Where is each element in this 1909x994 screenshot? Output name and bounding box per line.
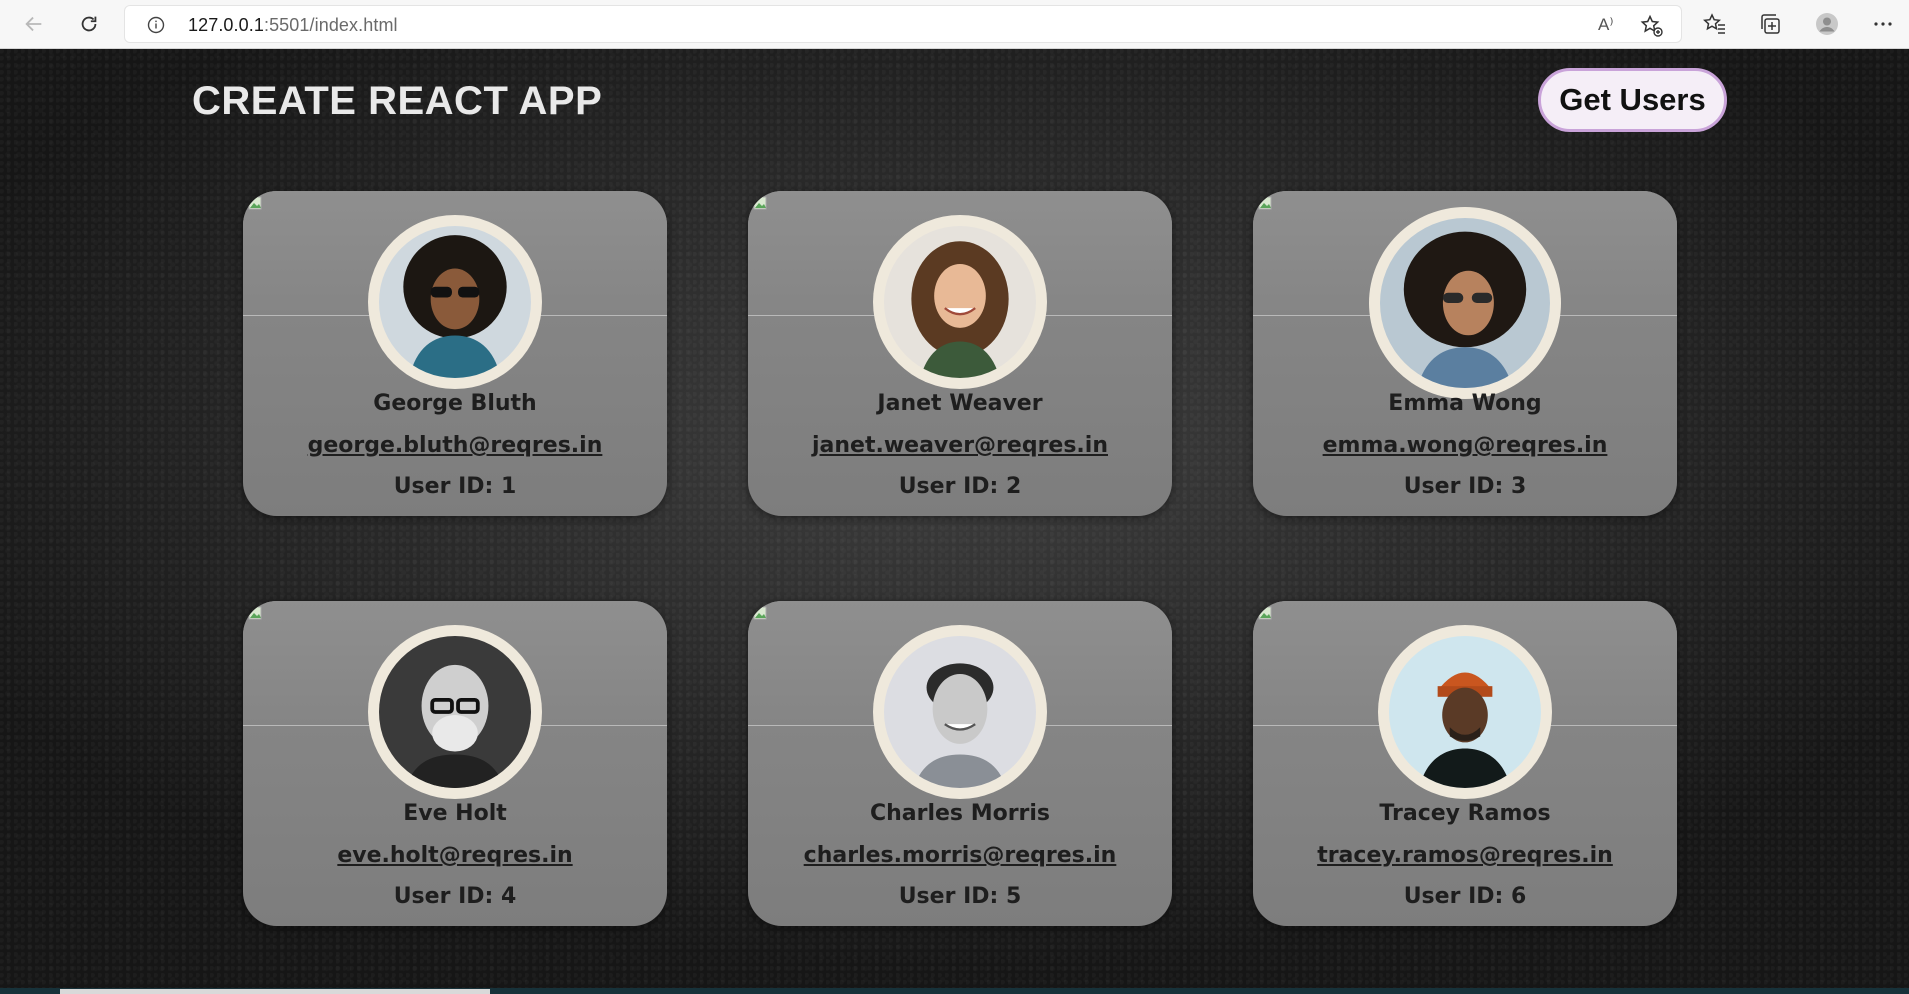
favorites-icon <box>1703 13 1725 34</box>
user-id: User ID: 6 <box>1403 884 1527 909</box>
avatar <box>873 215 1047 389</box>
avatar <box>873 625 1047 799</box>
user-id: User ID: 5 <box>898 884 1022 909</box>
user-name: Emma Wong <box>1388 391 1542 416</box>
avatar <box>368 625 542 799</box>
user-email-link[interactable]: george.bluth@reqres.in <box>243 433 667 458</box>
user-card: Janet Weaver janet.weaver@reqres.in User… <box>748 191 1172 516</box>
user-card: George Bluth george.bluth@reqres.in User… <box>243 191 667 516</box>
avatar <box>1378 625 1552 799</box>
user-email-link[interactable]: tracey.ramos@reqres.in <box>1253 843 1677 868</box>
avatar-photo <box>884 636 1036 788</box>
url-path: :5501/index.html <box>263 15 398 35</box>
url-host: 127.0.0.1 <box>188 15 264 35</box>
user-name: Tracey Ramos <box>1379 801 1551 826</box>
broken-image-icon <box>1258 606 1272 620</box>
user-name: George Bluth <box>373 391 537 416</box>
collections-button[interactable] <box>1756 10 1784 38</box>
profile-button[interactable] <box>1813 10 1841 38</box>
user-id: User ID: 4 <box>393 884 517 909</box>
broken-image-icon <box>753 606 767 620</box>
add-favorite-icon[interactable] <box>1640 14 1664 38</box>
user-name: Eve Holt <box>403 801 507 826</box>
url-text[interactable]: 127.0.0.1:5501/index.html <box>188 15 398 36</box>
scrollbar-thumb[interactable] <box>60 989 490 994</box>
user-id: User ID: 1 <box>393 474 517 499</box>
avatar-photo <box>884 226 1036 378</box>
app-title: CREATE REACT APP <box>192 79 603 123</box>
address-bar[interactable]: 127.0.0.1:5501/index.html A⁾ <box>124 5 1682 43</box>
user-card: Eve Holt eve.holt@reqres.in User ID: 4 <box>243 601 667 926</box>
read-aloud-icon[interactable]: A⁾ <box>1598 15 1622 35</box>
favorites-button[interactable] <box>1701 10 1729 38</box>
page-viewport: CREATE REACT APP Get Users George Bluth … <box>0 49 1909 994</box>
browser-toolbar: 127.0.0.1:5501/index.html A⁾ <box>0 0 1909 49</box>
avatar-photo <box>1380 218 1550 388</box>
user-name: Charles Morris <box>869 801 1051 826</box>
refresh-button[interactable] <box>73 9 105 39</box>
user-card: Emma Wong emma.wong@reqres.in User ID: 3 <box>1253 191 1677 516</box>
user-id: User ID: 2 <box>898 474 1022 499</box>
avatar-photo <box>379 226 531 378</box>
settings-menu-button[interactable] <box>1869 10 1897 38</box>
user-name: Janet Weaver <box>877 391 1043 416</box>
user-email-link[interactable]: janet.weaver@reqres.in <box>748 433 1172 458</box>
user-card: Tracey Ramos tracey.ramos@reqres.in User… <box>1253 601 1677 926</box>
broken-image-icon <box>248 196 262 210</box>
user-card: Charles Morris charles.morris@reqres.in … <box>748 601 1172 926</box>
profile-avatar-icon <box>1816 13 1838 35</box>
avatar-photo <box>379 636 531 788</box>
back-arrow-icon <box>25 16 42 32</box>
user-email-link[interactable]: emma.wong@reqres.in <box>1253 433 1677 458</box>
more-dots-icon <box>1874 22 1892 26</box>
broken-image-icon <box>753 196 767 210</box>
broken-image-icon <box>248 606 262 620</box>
refresh-icon <box>81 16 97 32</box>
collections-icon <box>1761 14 1780 34</box>
user-email-link[interactable]: eve.holt@reqres.in <box>243 843 667 868</box>
user-id: User ID: 3 <box>1403 474 1527 499</box>
back-button[interactable] <box>18 9 50 39</box>
avatar <box>1369 207 1561 399</box>
avatar <box>368 215 542 389</box>
get-users-button[interactable]: Get Users <box>1538 68 1727 132</box>
broken-image-icon <box>1258 196 1272 210</box>
site-info-icon[interactable] <box>147 16 165 34</box>
user-email-link[interactable]: charles.morris@reqres.in <box>748 843 1172 868</box>
avatar-photo <box>1389 636 1541 788</box>
